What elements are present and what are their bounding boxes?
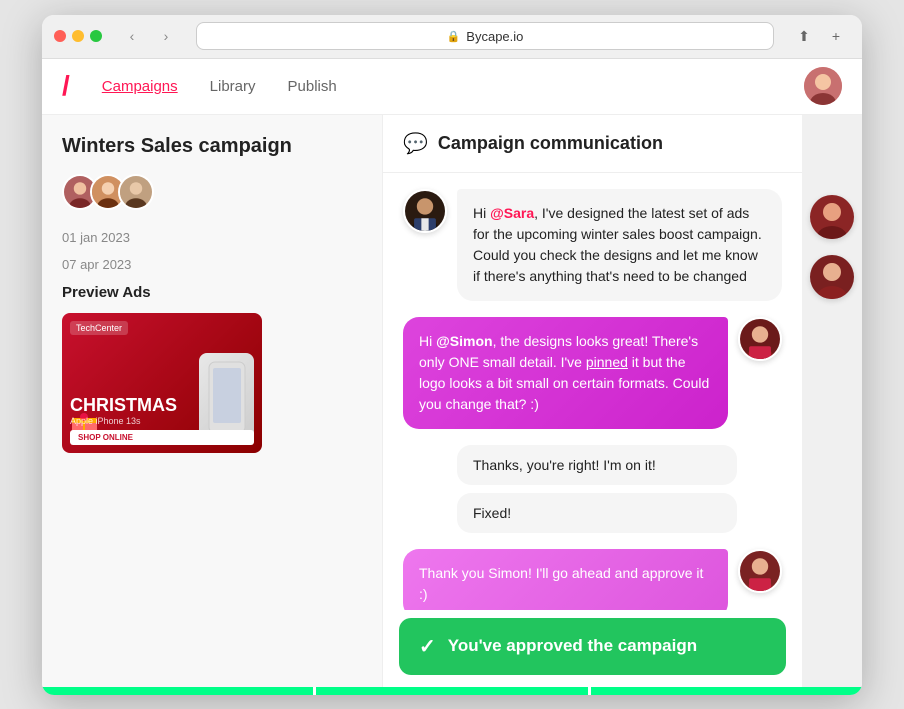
app-content: / Campaigns Library Publish Winters Sale… <box>42 59 862 695</box>
chat-header: 💬 Campaign communication <box>383 115 802 173</box>
chat-title: Campaign communication <box>438 133 663 154</box>
date-1: 01 jan 2023 <box>62 230 362 245</box>
forward-button[interactable]: › <box>152 22 180 50</box>
message-row: Hi @Simon, the designs looks great! Ther… <box>403 317 782 429</box>
approval-banner: ✓ You've approved the campaign <box>399 618 786 675</box>
bubble-1: Hi @Sara, I've designed the latest set o… <box>457 189 782 301</box>
chat-messages: Hi @Sara, I've designed the latest set o… <box>383 173 802 610</box>
avatar-sara-2 <box>738 549 782 593</box>
top-nav: / Campaigns Library Publish <box>42 59 862 115</box>
maximize-button[interactable] <box>90 30 102 42</box>
bubble-small-group: Thanks, you're right! I'm on it! Fixed! <box>457 445 782 533</box>
neon-line-1 <box>42 687 313 695</box>
mention-sara: @Sara <box>490 205 534 221</box>
bubble-2: Hi @Simon, the designs looks great! Ther… <box>403 317 728 429</box>
side-avatar-1 <box>810 195 854 239</box>
mention-simon: @Simon <box>436 333 492 349</box>
chat-icon: 💬 <box>403 131 428 156</box>
neon-line-2 <box>316 687 587 695</box>
ad-subtitle: Apple iPhone 13s <box>70 416 254 426</box>
new-tab-button[interactable]: + <box>822 22 850 50</box>
close-button[interactable] <box>54 30 66 42</box>
minimize-button[interactable] <box>72 30 84 42</box>
approval-text: You've approved the campaign <box>448 636 697 656</box>
avatar-sara-1 <box>738 317 782 361</box>
browser-window: ‹ › 🔒 Bycape.io ⬆ + / Campaigns Library … <box>42 15 862 695</box>
nav-library[interactable]: Library <box>210 78 256 95</box>
back-button[interactable]: ‹ <box>118 22 146 50</box>
neon-lines <box>42 687 862 695</box>
ad-badge: TechCenter <box>70 321 128 335</box>
side-avatars <box>802 115 862 687</box>
ad-preview: TechCenter CHRISTMAS Apple iPhone 13s SH… <box>62 313 262 453</box>
ad-title: CHRISTMAS <box>70 396 254 414</box>
logo: / <box>62 72 70 100</box>
team-avatars <box>62 174 362 210</box>
checkmark-icon: ✓ <box>419 634 436 659</box>
message-row: Thank you Simon! I'll go ahead and appro… <box>403 549 782 610</box>
neon-line-3 <box>591 687 862 695</box>
chat-panel: 💬 Campaign communication <box>382 115 802 687</box>
team-avatar-3 <box>118 174 154 210</box>
main-layout: Winters Sales campaign 01 jan 2023 07 ap… <box>42 115 862 687</box>
browser-titlebar: ‹ › 🔒 Bycape.io ⬆ + <box>42 15 862 59</box>
address-bar: 🔒 Bycape.io <box>196 22 774 50</box>
date-2: 07 apr 2023 <box>62 257 362 272</box>
nav-publish[interactable]: Publish <box>288 78 337 95</box>
bubble-small-2: Fixed! <box>457 493 737 533</box>
campaign-title: Winters Sales campaign <box>62 135 362 158</box>
message-row: Hi @Sara, I've designed the latest set o… <box>403 189 782 301</box>
pinned-link: pinned <box>586 354 628 370</box>
side-avatar-2 <box>810 255 854 299</box>
lock-icon: 🔒 <box>447 30 461 43</box>
browser-actions: ⬆ + <box>790 22 850 50</box>
avatar-simon <box>403 189 447 233</box>
left-panel: Winters Sales campaign 01 jan 2023 07 ap… <box>42 115 382 687</box>
preview-ads-label: Preview Ads <box>62 284 362 301</box>
bubble-small-1: Thanks, you're right! I'm on it! <box>457 445 737 485</box>
nav-campaigns[interactable]: Campaigns <box>102 78 178 95</box>
nav-links: Campaigns Library Publish <box>102 78 772 95</box>
ad-cta: SHOP ONLINE <box>70 430 254 445</box>
user-avatar[interactable] <box>804 67 842 105</box>
share-button[interactable]: ⬆ <box>790 22 818 50</box>
bubble-3: Thank you Simon! I'll go ahead and appro… <box>403 549 728 610</box>
traffic-lights <box>54 30 102 42</box>
browser-nav: ‹ › <box>118 22 180 50</box>
url-text: Bycape.io <box>466 29 523 44</box>
